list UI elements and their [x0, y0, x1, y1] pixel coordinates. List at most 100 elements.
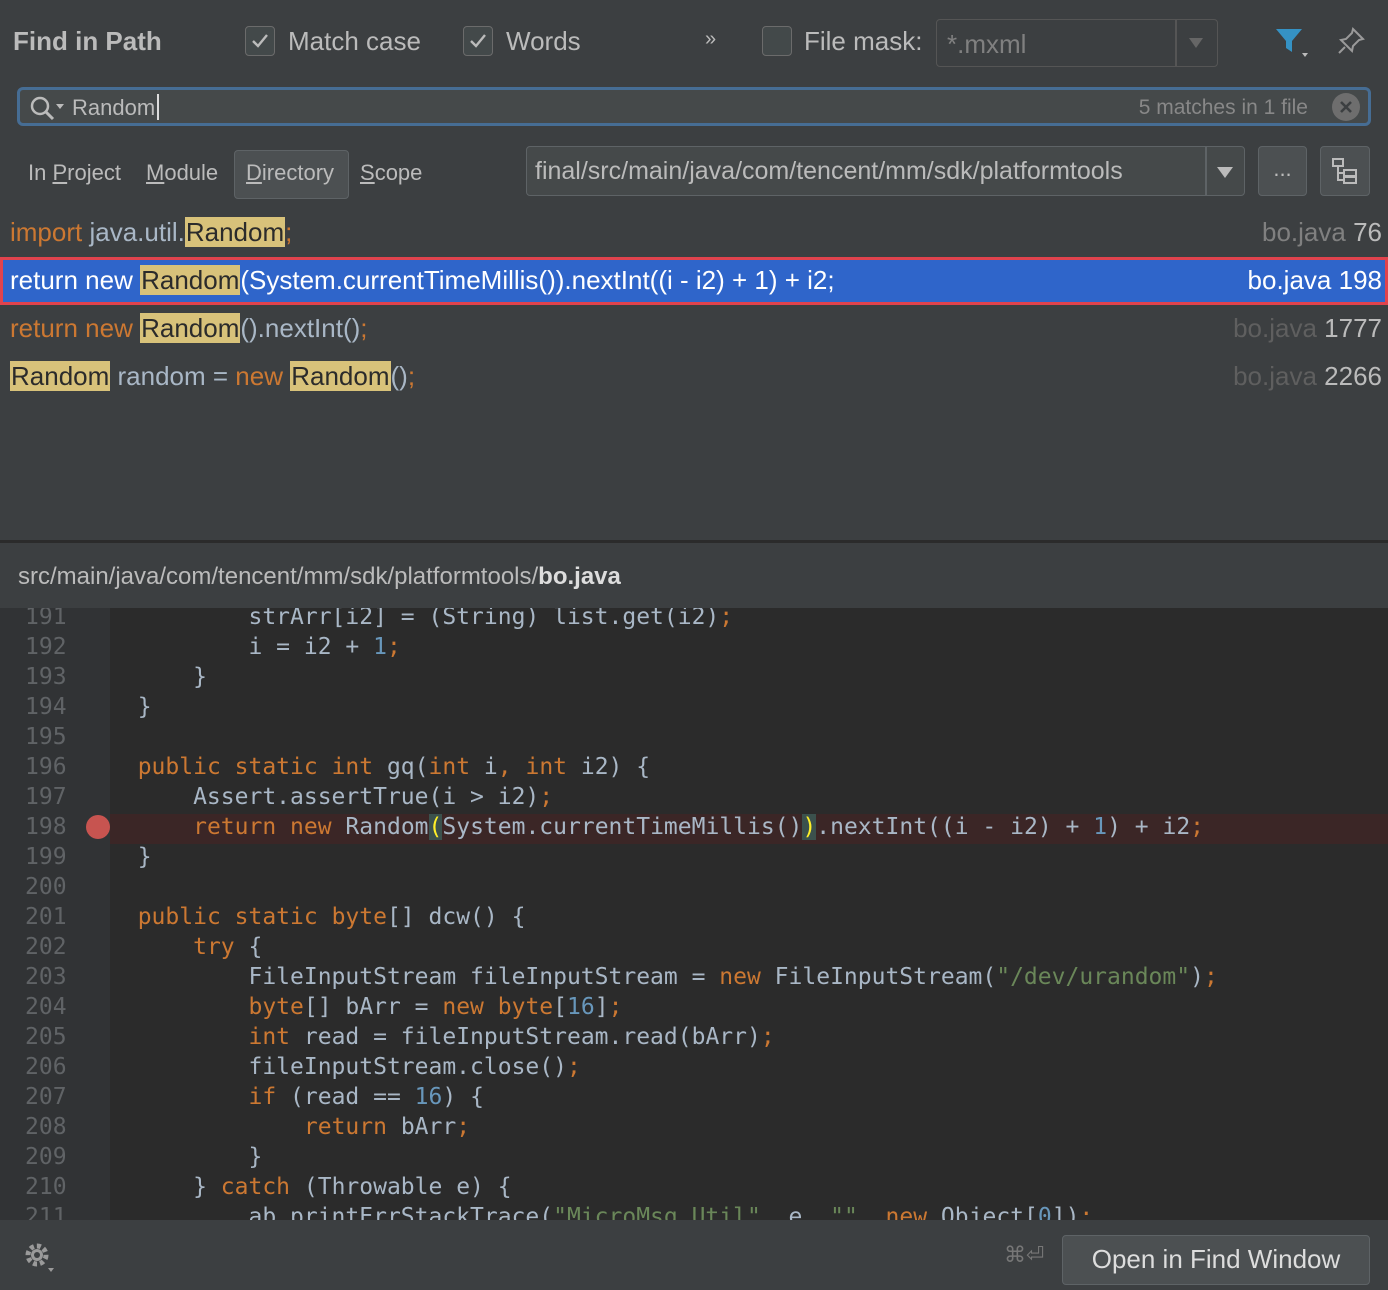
code-line: } [110, 844, 152, 870]
code-line: ab.printErrStackTrace("MicroMsg.Util", e… [110, 1204, 1094, 1220]
browse-directory-button[interactable]: ... [1258, 146, 1307, 196]
result-line: 198 [1338, 265, 1382, 295]
words-checkbox[interactable] [463, 26, 493, 56]
line-number: 200 [25, 874, 67, 900]
tab-label-part: cope [374, 160, 423, 185]
file-mask-checkbox[interactable] [762, 26, 792, 56]
clear-search-button[interactable] [1332, 93, 1360, 121]
breakpoint-icon[interactable] [86, 815, 110, 839]
text-caret [157, 94, 159, 120]
line-number: 210 [25, 1174, 67, 1200]
preview-path-prefix: src/main/java/com/tencent/mm/sdk/platfor… [18, 563, 539, 590]
line-number: 193 [25, 664, 67, 690]
result-line: 2266 [1324, 361, 1382, 391]
tab-module[interactable]: Module [146, 160, 218, 186]
line-number: 199 [25, 844, 67, 870]
file-mask-label[interactable]: File mask: [804, 26, 922, 57]
match-case-label[interactable]: Match case [288, 26, 421, 57]
preview-path: src/main/java/com/tencent/mm/sdk/platfor… [18, 563, 621, 591]
line-number: 191 [25, 608, 67, 630]
code-line: int read = fileInputStream.read(bArr); [248, 1024, 775, 1050]
result-row[interactable]: return new Random().nextInt(); bo.java 1… [0, 305, 1388, 353]
tab-label-part: odule [164, 160, 219, 185]
line-number: 201 [25, 904, 67, 930]
result-location: bo.java 1777 [1233, 313, 1382, 344]
line-number: 211 [25, 1204, 67, 1220]
match-count: 5 matches in 1 file [1138, 96, 1308, 119]
result-row[interactable]: Random random = new Random(); bo.java 22… [0, 353, 1388, 401]
line-number: 192 [25, 634, 67, 660]
line-number: 205 [25, 1024, 67, 1050]
words-label[interactable]: Words [506, 26, 581, 57]
code-line-breakpoint: return new Random(System.currentTimeMill… [110, 814, 1388, 844]
result-location: bo.java 198 [1248, 265, 1382, 296]
chevron-down-icon[interactable] [1217, 167, 1233, 178]
bottom-bar: ⌘⏎ Open in Find Window [0, 1220, 1388, 1290]
line-number: 206 [25, 1054, 67, 1080]
tab-label-part: In [28, 160, 53, 185]
code-preview[interactable]: 191 192 193 194 195 196 197 198 199 200 … [0, 608, 1388, 1220]
tab-label-mnemonic: S [360, 160, 375, 185]
checkmark-icon [252, 34, 268, 48]
close-icon [1340, 101, 1352, 113]
code-line: } [110, 1144, 263, 1170]
line-number: 197 [25, 784, 67, 810]
line-number: 209 [25, 1144, 67, 1170]
search-icon[interactable] [28, 95, 66, 128]
preview-file-header: src/main/java/com/tencent/mm/sdk/platfor… [0, 543, 1388, 608]
line-number: 208 [25, 1114, 67, 1140]
tab-in-project[interactable]: In Project [28, 160, 121, 186]
line-number: 198 [25, 814, 67, 840]
code-line: } [110, 694, 152, 720]
line-number: 196 [25, 754, 67, 780]
code-line: if (read == 16) { [248, 1084, 484, 1110]
result-row[interactable]: import java.util.Random; bo.java 76 [0, 209, 1388, 257]
code-line: strArr[i2] = (String) list.get(i2); [110, 608, 734, 630]
checkmark-icon [470, 34, 486, 48]
code-line: } [110, 664, 207, 690]
result-location: bo.java 2266 [1233, 361, 1382, 392]
result-row-selected[interactable]: return new Random(System.currentTimeMill… [0, 257, 1388, 305]
line-number: 195 [25, 724, 67, 750]
code-line: fileInputStream.close(); [110, 1054, 581, 1080]
search-field[interactable]: Random 5 matches in 1 file [17, 87, 1371, 126]
tab-directory[interactable]: Directory [246, 160, 334, 186]
result-file: bo.java [1233, 361, 1317, 391]
result-code: Random random = new Random(); [10, 361, 416, 391]
more-options-button[interactable]: » [705, 28, 716, 51]
result-code: return new Random(System.currentTimeMill… [10, 265, 835, 295]
code-line: public static byte[] dcw() { [137, 904, 526, 930]
recursive-toggle-button[interactable] [1320, 146, 1370, 196]
open-in-find-window-button[interactable]: Open in Find Window [1062, 1235, 1370, 1285]
filter-icon[interactable] [1274, 26, 1310, 65]
gear-icon[interactable] [22, 1240, 56, 1279]
dialog-title: Find in Path [13, 26, 162, 56]
result-line: 1777 [1324, 313, 1382, 343]
result-file: bo.java [1233, 313, 1317, 343]
result-file: bo.java [1262, 217, 1346, 247]
preview-file-name: bo.java [538, 563, 621, 590]
result-location: bo.java 76 [1262, 217, 1382, 248]
chevron-down-icon[interactable] [1189, 38, 1203, 48]
line-number: 203 [25, 964, 67, 990]
tab-label-mnemonic: M [146, 160, 165, 185]
pin-icon[interactable] [1336, 26, 1366, 61]
directory-combo[interactable]: final/src/main/java/com/tencent/mm/sdk/p… [526, 146, 1245, 196]
result-file: bo.java [1247, 265, 1332, 295]
file-mask-combo[interactable]: *.mxml [936, 19, 1218, 67]
code-line: Assert.assertTrue(i > i2); [110, 784, 554, 810]
line-number: 194 [25, 694, 67, 720]
tab-label-mnemonic: P [52, 160, 68, 185]
match-case-checkbox[interactable] [245, 26, 275, 56]
code-line: i = i2 + 1; [110, 634, 401, 660]
tab-label-mnemonic: D [246, 160, 262, 185]
search-query[interactable]: Random [72, 95, 155, 121]
divider [1175, 20, 1177, 66]
line-number: 207 [25, 1084, 67, 1110]
shortcut-hint: ⌘⏎ [1004, 1242, 1045, 1267]
code-line: public static int gq(int i, int i2) { [137, 754, 651, 780]
tab-scope[interactable]: Scope [360, 160, 422, 186]
find-toolbar: Find in Path Match case Words » File mas… [0, 0, 1388, 84]
